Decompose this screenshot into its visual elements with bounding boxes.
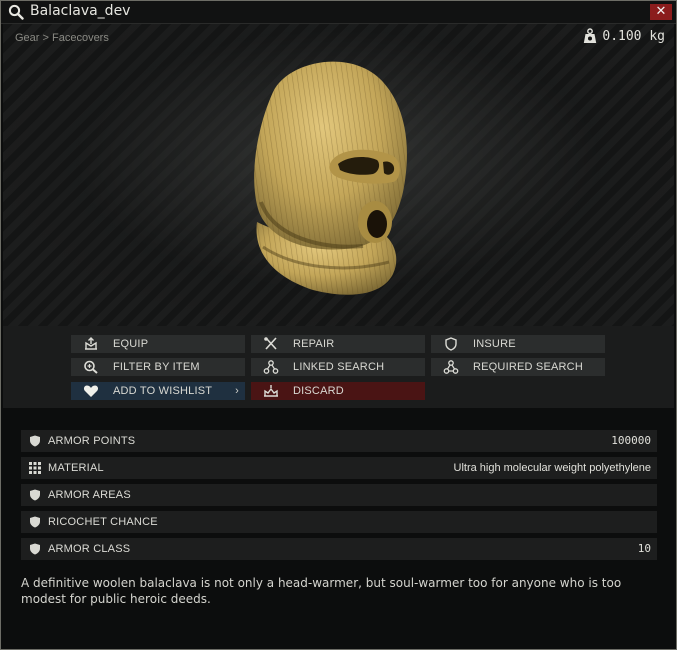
equip-icon bbox=[85, 337, 97, 350]
discard-label: DISCARD bbox=[293, 385, 344, 397]
add-to-wishlist-button[interactable]: ADD TO WISHLIST › bbox=[71, 382, 245, 400]
item-inspect-window: Balaclava_dev ✕ Gear > Facecovers 0.100 … bbox=[0, 0, 677, 650]
weight-icon bbox=[584, 28, 597, 43]
stat-row-armor-points: ARMOR POINTS 100000 bbox=[21, 430, 657, 452]
balaclava-image bbox=[254, 61, 407, 295]
repair-icon bbox=[264, 337, 277, 350]
discard-icon bbox=[264, 385, 278, 397]
linked-search-icon bbox=[263, 360, 279, 374]
insure-button[interactable]: INSURE bbox=[431, 335, 605, 353]
breadcrumb[interactable]: Gear > Facecovers bbox=[15, 32, 109, 44]
shield-icon bbox=[445, 337, 457, 351]
discard-button[interactable]: DISCARD bbox=[251, 382, 425, 400]
linked-search-label: LINKED SEARCH bbox=[293, 361, 385, 373]
stat-label: MATERIAL bbox=[48, 462, 104, 474]
shield-icon bbox=[30, 435, 40, 447]
magnifier-icon bbox=[8, 4, 24, 20]
equip-label: EQUIP bbox=[113, 338, 149, 350]
stat-value: 100000 bbox=[611, 434, 651, 447]
item-preview: Gear > Facecovers 0.100 kg bbox=[3, 24, 674, 326]
stat-value: Ultra high molecular weight polyethylene bbox=[453, 462, 652, 474]
stat-label: ARMOR AREAS bbox=[48, 489, 131, 501]
grid-icon bbox=[29, 462, 41, 474]
stat-label: ARMOR POINTS bbox=[48, 435, 136, 447]
stat-label: ARMOR CLASS bbox=[48, 543, 131, 555]
weight-value: 0.100 kg bbox=[602, 28, 665, 44]
stat-row-ricochet-chance: RICOCHET CHANCE bbox=[21, 511, 657, 533]
stat-label: RICOCHET CHANCE bbox=[48, 516, 158, 528]
insure-label: INSURE bbox=[473, 338, 516, 350]
filter-search-icon bbox=[84, 360, 98, 374]
stat-value: 10 bbox=[637, 542, 651, 555]
stat-row-material: MATERIAL Ultra high molecular weight pol… bbox=[21, 457, 657, 479]
required-search-icon bbox=[443, 360, 459, 374]
shield-icon bbox=[30, 489, 40, 501]
repair-label: REPAIR bbox=[293, 338, 335, 350]
required-search-label: REQUIRED SEARCH bbox=[473, 361, 583, 373]
shield-icon bbox=[30, 516, 40, 528]
stats-list: ARMOR POINTS 100000 MATERIAL Ultra high … bbox=[21, 430, 657, 565]
heart-icon bbox=[83, 385, 99, 397]
item-weight: 0.100 kg bbox=[583, 28, 665, 44]
linked-search-button[interactable]: LINKED SEARCH bbox=[251, 358, 425, 376]
shield-icon bbox=[30, 543, 40, 555]
close-icon: ✕ bbox=[655, 4, 667, 19]
required-search-button[interactable]: REQUIRED SEARCH bbox=[431, 358, 605, 376]
window-title: Balaclava_dev bbox=[30, 3, 131, 19]
stat-row-armor-areas: ARMOR AREAS bbox=[21, 484, 657, 506]
add-to-wishlist-label: ADD TO WISHLIST bbox=[113, 385, 213, 397]
close-button[interactable]: ✕ bbox=[650, 4, 672, 20]
chevron-right-icon: › bbox=[235, 385, 239, 397]
item-description: A definitive woolen balaclava is not onl… bbox=[21, 576, 622, 606]
filter-by-item-label: FILTER BY ITEM bbox=[113, 361, 200, 373]
repair-button[interactable]: REPAIR bbox=[251, 335, 425, 353]
stat-row-armor-class: ARMOR CLASS 10 bbox=[21, 538, 657, 560]
equip-button[interactable]: EQUIP bbox=[71, 335, 245, 353]
filter-by-item-button[interactable]: FILTER BY ITEM bbox=[71, 358, 245, 376]
action-panel: EQUIP REPAIR INSURE FILTER BY ITEM LINKE… bbox=[3, 326, 674, 408]
title-bar[interactable]: Balaclava_dev ✕ bbox=[1, 1, 676, 24]
